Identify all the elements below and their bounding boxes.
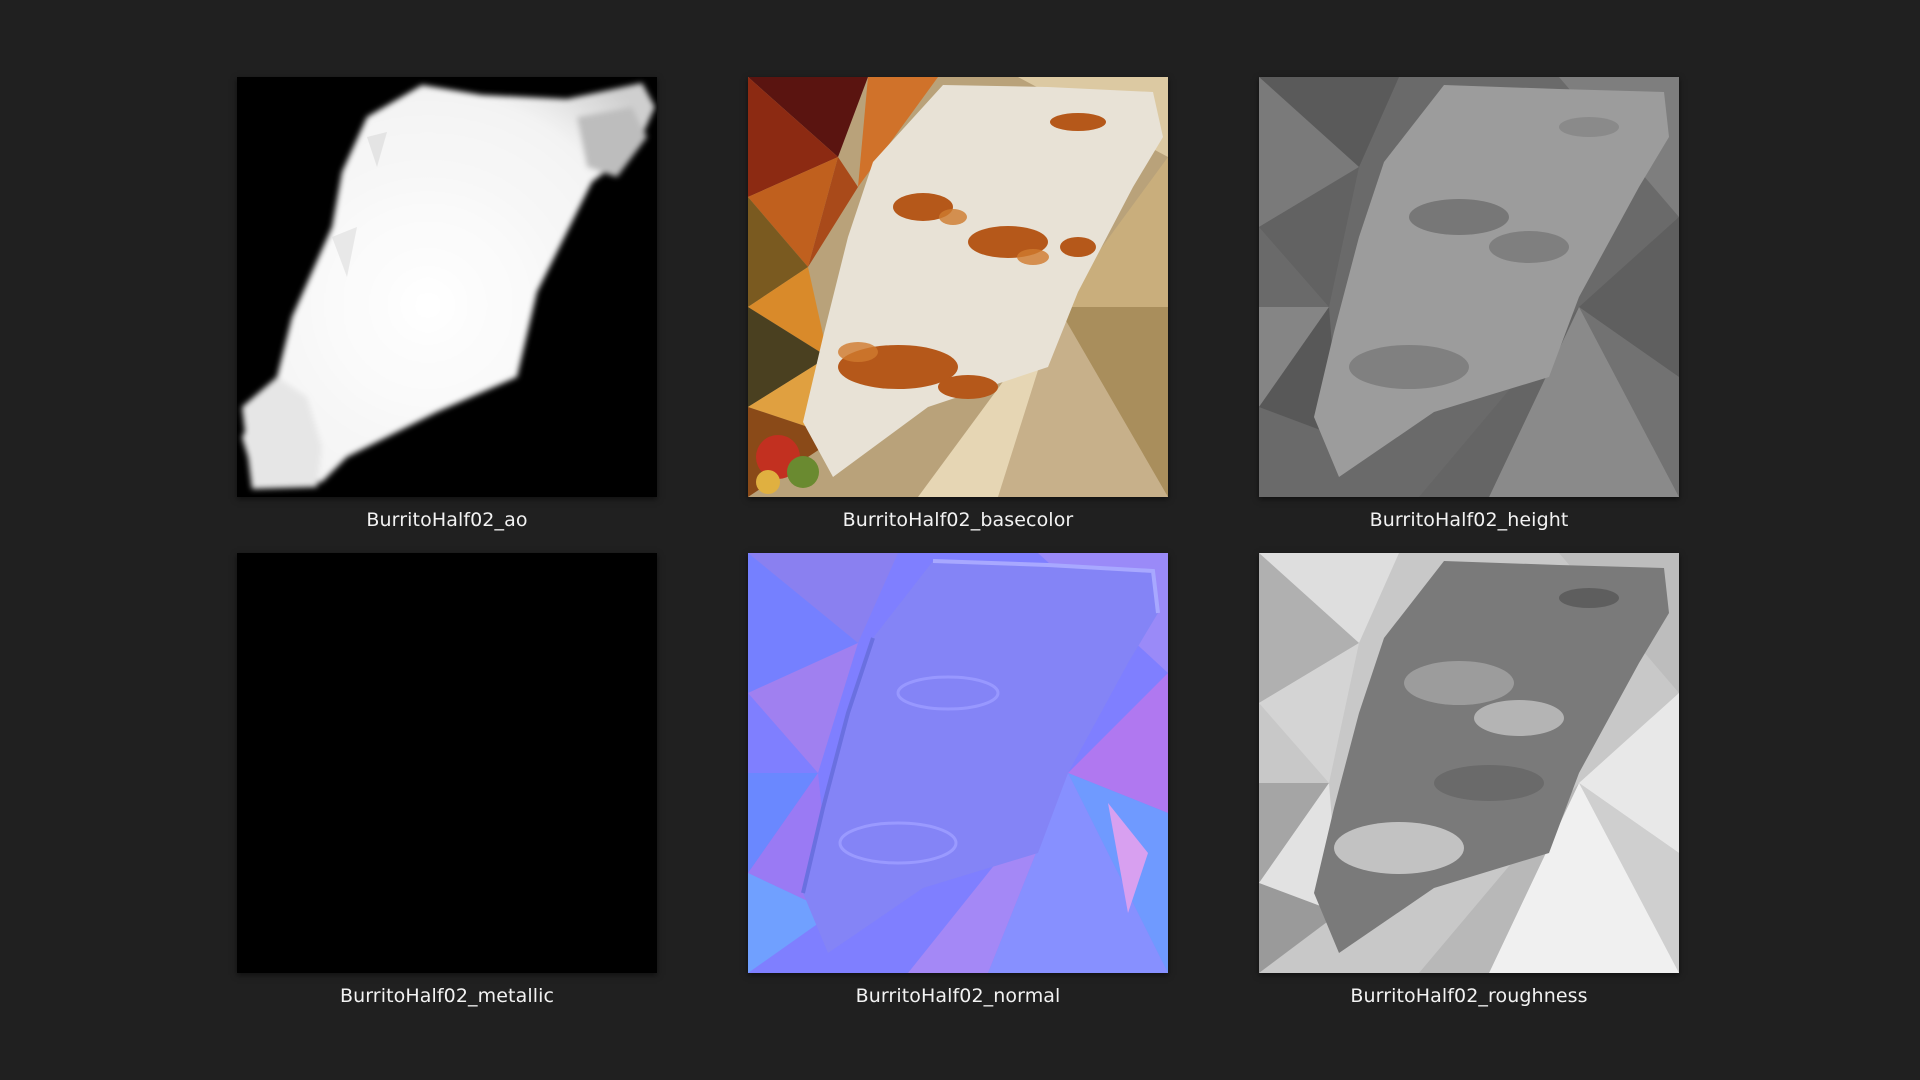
file-tile-metallic[interactable]: BurritoHalf02_metallic [237, 553, 657, 1023]
file-name-label: BurritoHalf02_roughness [1350, 985, 1588, 1007]
normal-map-thumbnail [748, 553, 1168, 973]
file-name-label: BurritoHalf02_normal [855, 985, 1061, 1007]
height-map-thumbnail [1259, 77, 1679, 497]
metallic-map-thumbnail [237, 553, 657, 973]
file-tile-roughness[interactable]: BurritoHalf02_roughness [1259, 553, 1679, 1023]
file-name-label: BurritoHalf02_ao [366, 509, 528, 531]
basecolor-map-thumbnail [748, 77, 1168, 497]
file-tile-ao[interactable]: BurritoHalf02_ao [237, 77, 657, 547]
file-name-label: BurritoHalf02_basecolor [842, 509, 1074, 531]
file-tile-height[interactable]: BurritoHalf02_height [1259, 77, 1679, 547]
file-tile-normal[interactable]: BurritoHalf02_normal [748, 553, 1168, 1023]
file-name-label: BurritoHalf02_metallic [339, 985, 555, 1007]
ao-map-thumbnail [237, 77, 657, 497]
file-thumbnail-grid: BurritoHalf02_ao BurritoHalf02_basecolor… [0, 0, 1920, 1080]
file-name-label: BurritoHalf02_height [1369, 509, 1569, 531]
roughness-map-thumbnail [1259, 553, 1679, 973]
file-tile-basecolor[interactable]: BurritoHalf02_basecolor [748, 77, 1168, 547]
